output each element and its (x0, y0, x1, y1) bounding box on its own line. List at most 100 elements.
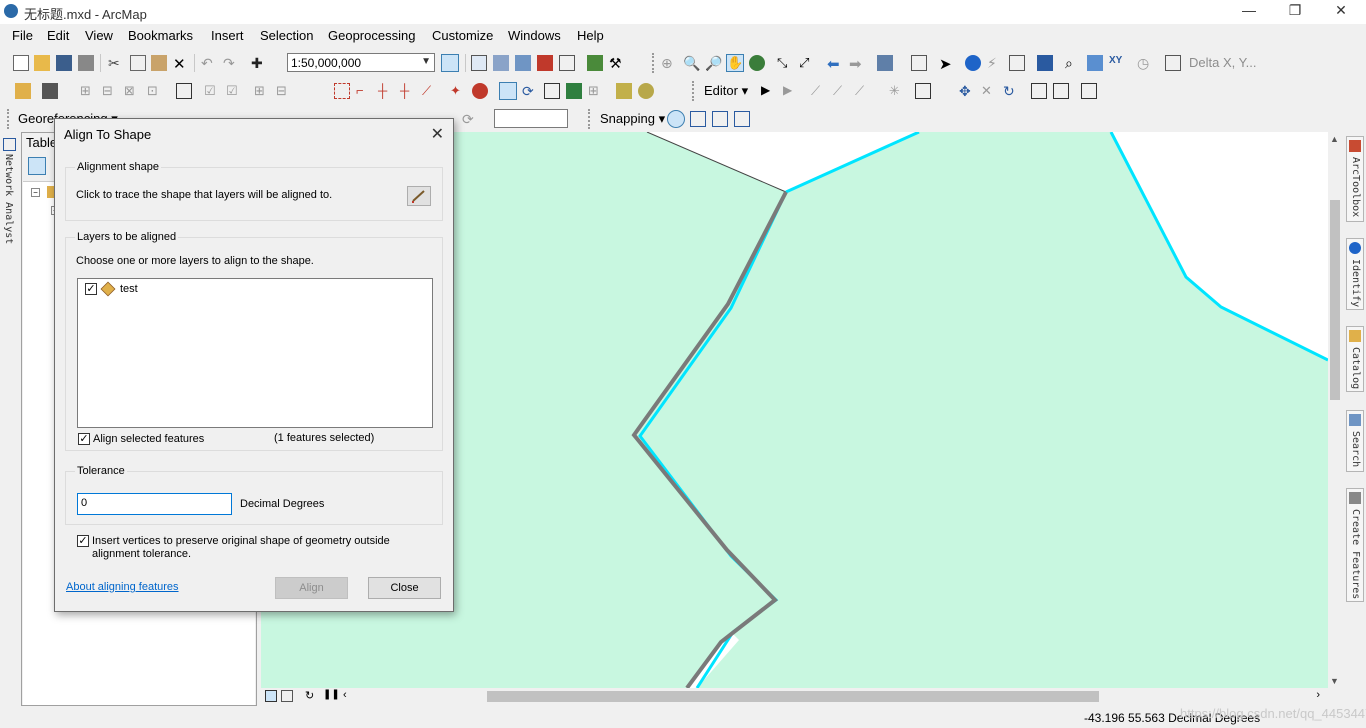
align-selected-checkbox[interactable]: ✓ (78, 433, 90, 445)
cut-polygon-icon[interactable]: ┼ (378, 83, 394, 99)
attributes-window-icon[interactable] (1031, 83, 1047, 99)
delta-xy-label[interactable]: Delta X, Y... (1189, 55, 1256, 70)
menu-help[interactable]: Help (577, 28, 604, 43)
table-of-contents-icon[interactable] (471, 55, 487, 71)
rotate-icon[interactable]: ⟋ (422, 83, 438, 99)
forward-arrow-icon[interactable]: ➡ (849, 55, 865, 73)
trace-line-icon[interactable]: ⟋ (833, 83, 849, 99)
undo-icon[interactable]: ↶ (201, 55, 217, 71)
menu-bookmarks[interactable]: Bookmarks (128, 28, 193, 43)
menu-file[interactable]: File (12, 28, 33, 43)
snapping-menu[interactable]: Snapping ▾ (600, 111, 665, 127)
merge-icon[interactable]: ⊡ (147, 83, 163, 99)
edge-snapping-icon[interactable] (734, 111, 750, 127)
minimize-button[interactable]: — (1226, 2, 1272, 18)
create-viewer-window-icon[interactable] (1165, 55, 1181, 71)
point-snapping-icon[interactable] (667, 110, 685, 128)
clear-selection-icon[interactable] (911, 55, 927, 71)
collapse-icon[interactable]: − (31, 188, 40, 197)
topology-icon[interactable]: ⊞ (80, 83, 96, 99)
paste-icon[interactable] (151, 55, 167, 71)
fixed-zoom-out-icon[interactable]: ⤢ (799, 55, 815, 71)
identify-info-icon[interactable] (965, 55, 981, 71)
create-features-icon[interactable] (616, 83, 632, 99)
end-snapping-icon[interactable] (690, 111, 706, 127)
error-inspector-icon[interactable]: ☑ (226, 83, 242, 99)
menu-customize[interactable]: Customize (432, 28, 493, 43)
split-line-icon[interactable]: ┼ (400, 83, 416, 99)
fixed-zoom-in-icon[interactable]: ⤡ (777, 55, 793, 71)
zoom-in-icon[interactable]: 🔍 (683, 55, 700, 71)
search-window-icon[interactable] (515, 55, 531, 71)
search-tab[interactable]: Search (1346, 410, 1364, 472)
snap-icon[interactable]: ⊟ (102, 83, 118, 99)
split-tool-icon[interactable]: ✕ (981, 83, 997, 99)
identify-tab[interactable]: Identify (1346, 238, 1364, 310)
zoom-out-icon[interactable]: 🔎 (705, 55, 722, 71)
layout-view-icon[interactable] (281, 690, 293, 702)
refresh-icon[interactable]: ↻ (305, 689, 314, 702)
save-icon[interactable] (56, 55, 72, 71)
menu-windows[interactable]: Windows (508, 28, 561, 43)
hammer-icon[interactable]: ⚒ (609, 55, 625, 71)
sketch-properties-icon[interactable] (566, 83, 582, 99)
menu-edit[interactable]: Edit (47, 28, 69, 43)
edit-vertices-icon[interactable] (334, 83, 350, 99)
go-to-xy-icon[interactable]: XY (1109, 55, 1125, 71)
horizontal-scroll-thumb[interactable] (487, 691, 1099, 702)
dialog-close-icon[interactable]: ✕ (431, 124, 444, 144)
create-features-window-icon[interactable] (1081, 83, 1097, 99)
attributes-icon[interactable] (472, 83, 488, 99)
edit-annotation-tool-icon[interactable]: ▶ (783, 83, 799, 99)
sketch-properties-window-icon[interactable] (1053, 83, 1069, 99)
menu-selection[interactable]: Selection (260, 28, 313, 43)
scroll-right-arrow-icon[interactable]: › (1316, 689, 1320, 701)
new-document-icon[interactable] (13, 55, 29, 71)
editor-toolbar-icon[interactable] (441, 54, 459, 72)
arctoolbox-tab[interactable]: ArcToolbox (1346, 136, 1364, 222)
pause-drawing-icon[interactable]: ❚❚ (323, 689, 340, 700)
vertical-scroll-thumb[interactable] (1330, 200, 1340, 400)
edit-tool-arrow-icon[interactable]: ▶ (761, 83, 777, 99)
delete-icon[interactable]: ✕ (173, 55, 189, 73)
add-data-icon[interactable]: ✚ (251, 55, 267, 71)
replace-geometry-icon[interactable]: ⟳ (522, 83, 538, 99)
network-analyst-tab[interactable]: Network Analyst (3, 154, 14, 244)
edit-annotation-icon[interactable] (638, 83, 654, 99)
find-route-icon[interactable] (1087, 55, 1103, 71)
map-vertical-scrollbar[interactable]: ▲ ▼ (1328, 132, 1342, 688)
maximize-button[interactable]: ❐ (1272, 2, 1318, 19)
insert-vertices-checkbox[interactable]: ✓ (77, 535, 89, 547)
list-item[interactable]: ✓ test (85, 281, 285, 298)
catalog-window-icon[interactable] (493, 55, 509, 71)
map-scale-combo[interactable]: 1:50,000,000 ▼ (287, 53, 435, 72)
vertex-snapping-icon[interactable] (712, 111, 728, 127)
menu-view[interactable]: View (85, 28, 113, 43)
align-to-shape-icon[interactable] (499, 82, 517, 100)
full-extent-globe-icon[interactable] (749, 55, 765, 71)
edit-vertices-tool-icon[interactable] (915, 83, 931, 99)
point-icon[interactable]: ⟋ (855, 83, 871, 99)
data-view-icon[interactable] (265, 690, 277, 702)
layer-checkbox[interactable]: ✓ (85, 283, 97, 295)
cut-icon[interactable]: ✂ (108, 55, 124, 71)
editor-menu[interactable]: Editor ▾ (704, 83, 748, 99)
arctoolbox-icon[interactable] (537, 55, 553, 71)
html-popup-icon[interactable] (1009, 55, 1025, 71)
select-features-icon[interactable] (877, 55, 893, 71)
network-analyst-icon[interactable] (3, 138, 16, 151)
tolerance-input[interactable]: 0 (77, 493, 232, 515)
straight-segment-icon[interactable]: ⟋ (811, 83, 827, 99)
redo-icon[interactable]: ↷ (223, 55, 239, 71)
move-icon[interactable]: ✥ (959, 83, 975, 99)
back-arrow-icon[interactable]: ⬅ (827, 55, 843, 73)
rotate-tool-icon[interactable]: ↻ (1003, 83, 1019, 99)
split-icon[interactable]: ⊠ (124, 83, 140, 99)
open-folder-icon[interactable] (34, 55, 50, 71)
trace-shape-button[interactable] (407, 186, 431, 206)
layout-icon[interactable] (42, 83, 58, 99)
select-elements-arrow-icon[interactable]: ➤ (939, 55, 955, 73)
map-horizontal-scrollbar[interactable]: ↻ ❚❚ ‹ › (261, 688, 1328, 704)
list-by-drawing-order-icon[interactable] (28, 157, 46, 175)
toc-tab-label[interactable]: Table (26, 135, 57, 150)
